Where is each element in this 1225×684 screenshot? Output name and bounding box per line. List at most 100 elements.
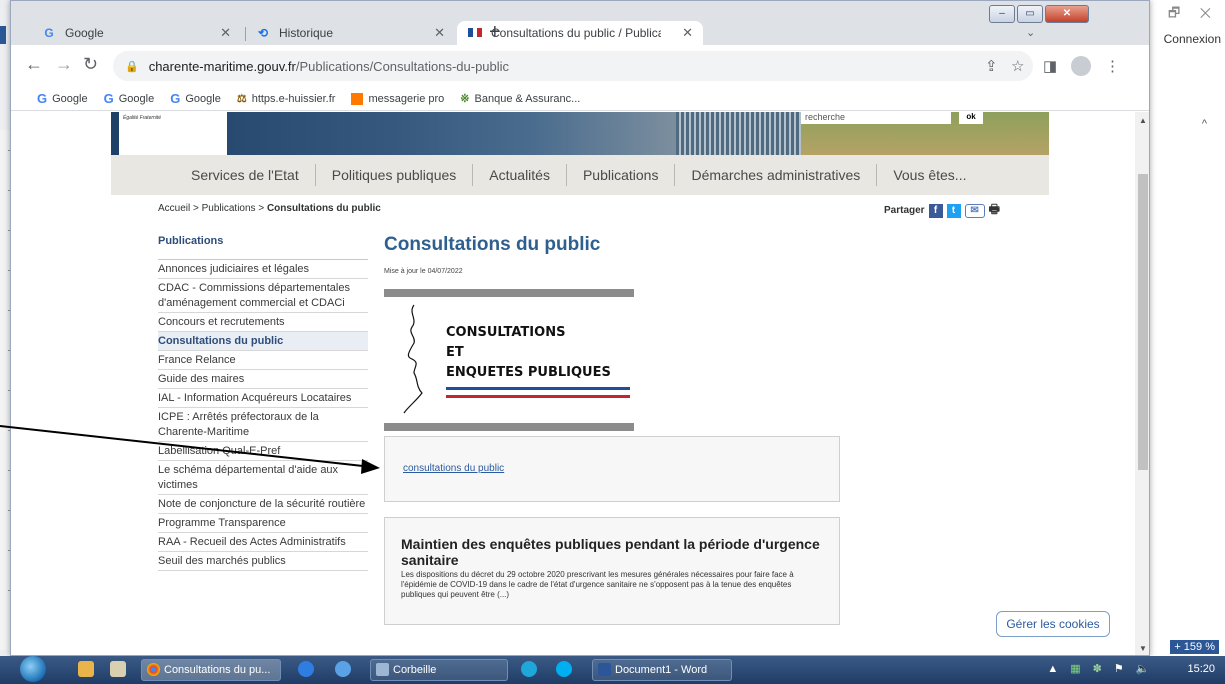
sidebar-item-labellisation[interactable]: Labellisation Qual-E-Pref [158, 442, 368, 461]
taskbar-item-word[interactable]: Document1 - Word [592, 659, 732, 681]
bookmarks-bar: G Google G Google G Google ⚖ https.e-huissie… [11, 87, 1149, 111]
sidebar-title[interactable]: Publications [158, 234, 368, 260]
internet-explorer-icon[interactable] [298, 661, 314, 677]
news-box[interactable]: Maintien des enquêtes publiques pendant … [384, 517, 840, 625]
reload-icon[interactable]: ↻ [83, 54, 98, 75]
scroll-up-icon[interactable]: ▲ [1139, 116, 1147, 125]
address-bar[interactable]: 🔒 charente-maritime.gouv.fr /Publication… [113, 51, 1033, 81]
maximize-button[interactable]: ▭ [1017, 5, 1043, 23]
menu-icon[interactable]: ⋮ [1105, 57, 1120, 75]
sidebar: Publications Annonces judiciaires et lég… [158, 234, 368, 571]
scrollbar-thumb[interactable] [1138, 174, 1148, 470]
print-icon[interactable]: 🖶 [989, 200, 1000, 221]
url-path: /Publications/Consultations-du-public [295, 58, 510, 74]
link-box: consultations du public [384, 436, 840, 502]
close-window-button[interactable]: ✕ [1045, 5, 1089, 23]
taskbar-label: Corbeille [393, 664, 437, 676]
search-input[interactable]: recherche [801, 112, 951, 124]
sidebar-item-marches-publics[interactable]: Seuil des marchés publics [158, 552, 368, 571]
bookmark-google[interactable]: G Google [104, 91, 155, 106]
sidebar-item-transparence[interactable]: Programme Transparence [158, 514, 368, 533]
tab-historique[interactable]: ⟲ Historique ✕ [245, 21, 455, 45]
ribbon-collapse-icon[interactable]: ^ [1202, 118, 1207, 130]
volume-icon[interactable]: 🔈 [1136, 662, 1150, 675]
sidebar-item-annonces[interactable]: Annonces judiciaires et légales [158, 260, 368, 279]
app-circle-icon[interactable] [521, 661, 537, 677]
close-icon[interactable]: ✕ [434, 25, 445, 41]
tray-app-icon[interactable]: ✽ [1093, 662, 1102, 675]
huissier-icon: ⚖ [236, 93, 247, 105]
bookmark-label: https.e-huissier.fr [251, 92, 336, 105]
clock[interactable]: 15:20 [1187, 663, 1215, 675]
file-explorer-icon[interactable] [78, 661, 94, 677]
banner-bottom-bar [384, 423, 634, 431]
vertical-scrollbar[interactable]: ▲ ▼ [1135, 112, 1149, 655]
news-title[interactable]: Maintien des enquêtes publiques pendant … [401, 536, 823, 568]
sidebar-item-guide-maires[interactable]: Guide des maires [158, 370, 368, 389]
close-icon[interactable]: ✕ [682, 25, 693, 41]
sidebar-item-consultations[interactable]: Consultations du public [158, 332, 368, 351]
sidebar-item-icpe[interactable]: ICPE : Arrêtés préfectoraux de la Charen… [158, 408, 368, 442]
mail-icon[interactable]: ✉ [964, 203, 985, 218]
forward-arrow-icon[interactable]: → [55, 54, 73, 75]
sidebar-item-ial[interactable]: IAL - Information Acquéreurs Locataires [158, 389, 368, 408]
sidebar-item-france-relance[interactable]: France Relance [158, 351, 368, 370]
back-arrow-icon[interactable]: ← [25, 54, 43, 75]
sidebar-item-concours[interactable]: Concours et recrutements [158, 313, 368, 332]
nav-politiques[interactable]: Politiques publiques [316, 164, 474, 186]
tray-network-icon[interactable]: ▦ [1070, 662, 1080, 675]
sidebar-item-securite-routiere[interactable]: Note de conjoncture de la sécurité routi… [158, 495, 368, 514]
bookmark-messagerie[interactable]: messagerie pro [351, 92, 444, 105]
scroll-down-icon[interactable]: ▼ [1139, 644, 1147, 653]
zoom-level[interactable]: + 159 % [1170, 640, 1219, 654]
close-icon[interactable]: ✕ [220, 25, 231, 41]
lock-icon: 🔒 [125, 60, 139, 73]
tab-search-chevron-icon[interactable]: ⌄ [1026, 26, 1035, 39]
recycle-bin-icon [376, 663, 389, 676]
connexion-link[interactable]: Connexion [1164, 32, 1221, 46]
bookmark-star-icon[interactable]: ☆ [1011, 57, 1024, 75]
tray-expand-icon[interactable]: ▲ [1047, 663, 1058, 675]
manage-cookies-button[interactable]: Gérer les cookies [996, 611, 1110, 637]
action-center-flag-icon[interactable]: ⚑ [1114, 662, 1124, 675]
bookmark-huissier[interactable]: ⚖ https.e-huissier.fr [236, 92, 336, 106]
consultations-banner-image: CONSULTATIONS ET ENQUETES PUBLIQUES [384, 289, 634, 434]
facebook-icon[interactable]: f [928, 203, 943, 218]
chat-icon[interactable] [335, 661, 351, 677]
nav-publications[interactable]: Publications [567, 164, 676, 186]
start-button[interactable] [20, 656, 46, 682]
tab-label: Consultations du public / Publica [491, 26, 661, 40]
google-icon: G [170, 91, 181, 106]
bank-icon: ※ [460, 93, 470, 105]
bookmark-banque[interactable]: ※ Banque & Assuranc... [460, 92, 580, 106]
logo-text: Égalité Fraternité [123, 115, 162, 121]
side-panel-icon[interactable]: ◨ [1043, 57, 1057, 75]
hero-title-line1: CONSULTATIONS [446, 325, 566, 340]
nav-actualites[interactable]: Actualités [473, 164, 567, 186]
bookmark-google[interactable]: G Google [37, 91, 88, 106]
sidebar-item-schema-victimes[interactable]: Le schéma départemental d'aide aux victi… [158, 461, 368, 495]
taskbar-item-chrome[interactable]: Consultations du pu... [141, 659, 281, 681]
breadcrumb-links[interactable]: Accueil > Publications > [158, 203, 267, 214]
new-tab-button[interactable]: + [489, 21, 501, 44]
nav-services[interactable]: Services de l'Etat [175, 164, 316, 186]
skype-icon[interactable] [556, 661, 572, 677]
twitter-icon[interactable]: t [946, 203, 961, 218]
tab-label: Google [65, 26, 104, 40]
chrome-icon [147, 663, 160, 676]
word-window-controls[interactable]: 🗗 ✕ [1168, 4, 1219, 26]
minimize-button[interactable]: ‒ [989, 5, 1015, 23]
sidebar-item-raa[interactable]: RAA - Recueil des Actes Administratifs [158, 533, 368, 552]
nav-demarches[interactable]: Démarches administratives [675, 164, 878, 186]
consultations-link[interactable]: consultations du public [403, 463, 504, 474]
search-ok-button[interactable]: ok [959, 112, 983, 124]
nav-vous-etes[interactable]: Vous êtes... [877, 164, 982, 186]
bookmark-google[interactable]: G Google [170, 91, 221, 106]
taskbar-item-corbeille[interactable]: Corbeille [370, 659, 508, 681]
tab-google[interactable]: G Google ✕ [31, 21, 241, 45]
notes-icon[interactable] [110, 661, 126, 677]
sidebar-item-cdac[interactable]: CDAC - Commissions départementales d'amé… [158, 279, 368, 313]
profile-avatar[interactable] [1071, 56, 1091, 76]
breadcrumb: Accueil > Publications > Consultations d… [158, 203, 381, 214]
share-icon[interactable]: ⇪ [985, 57, 998, 75]
